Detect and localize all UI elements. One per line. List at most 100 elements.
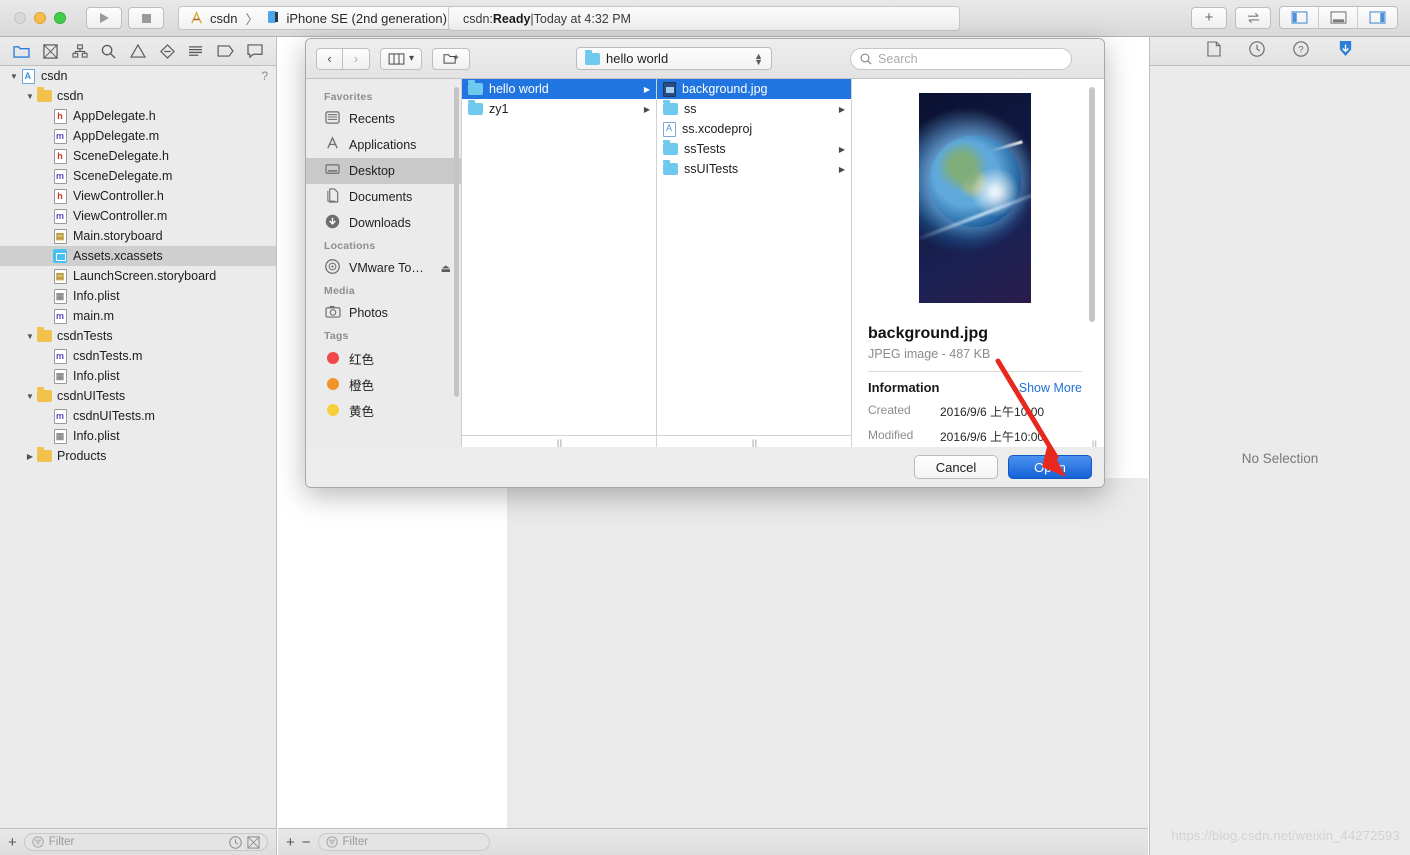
breakpoint-icon[interactable] xyxy=(217,45,234,57)
debug-toggle[interactable] xyxy=(1319,7,1358,28)
browser-column-1[interactable]: hello world ▶ zy1 ▶ | | xyxy=(462,79,657,449)
asset-add-button[interactable]: + xyxy=(286,834,295,851)
open-button[interactable]: Open xyxy=(1008,455,1092,479)
browser-item-sstests[interactable]: ssTests ▶ xyxy=(657,139,851,159)
path-popup-button[interactable]: hello world ▲ ▼ xyxy=(576,47,773,70)
preview-file-kind: JPEG image - 487 KB xyxy=(868,347,991,361)
new-folder-button[interactable] xyxy=(432,47,471,70)
sidebar-item-橙色[interactable]: 橙色 xyxy=(306,371,461,397)
disclosure-triangle[interactable]: ▼ xyxy=(24,92,36,101)
test-icon[interactable] xyxy=(159,43,175,59)
navigator-item-scenedelegate-h[interactable]: h SceneDelegate.h xyxy=(0,146,276,166)
editor-filter-input[interactable]: Filter xyxy=(317,833,490,851)
browser-item-zy1[interactable]: zy1 ▶ xyxy=(462,99,656,119)
navigator-item-info-plist[interactable]: ▦ Info.plist xyxy=(0,286,276,306)
sidebar-item-photos[interactable]: Photos xyxy=(306,300,461,326)
minimize-button[interactable] xyxy=(34,12,46,24)
disclosure-triangle[interactable]: ▼ xyxy=(24,392,36,401)
navigator-item-csdnuitests-m[interactable]: m csdnUITests.m xyxy=(0,406,276,426)
disclosure-triangle[interactable]: ▼ xyxy=(24,332,36,341)
navigator-item-info-plist[interactable]: ▦ Info.plist xyxy=(0,366,276,386)
sidebar-item-applications[interactable]: Applications xyxy=(306,132,461,158)
report-icon[interactable] xyxy=(247,44,263,58)
toggle-editor-button[interactable] xyxy=(1235,6,1271,29)
open-panel-toolbar: ‹ › ▾ hello world ▲ ▼ Search xyxy=(306,39,1104,79)
add-editor-button[interactable]: + xyxy=(1191,6,1227,29)
navigator-item-products[interactable]: ▶ Products xyxy=(0,446,276,466)
scheme-selector[interactable]: csdn 〉 iPhone SE (2nd generation) xyxy=(178,6,458,30)
asset-remove-button[interactable]: − xyxy=(302,834,311,851)
sidebar-item-documents[interactable]: Documents xyxy=(306,184,461,210)
source-control-filter-icon[interactable] xyxy=(247,835,260,849)
disclosure-triangle[interactable]: ▶ xyxy=(24,452,36,461)
navigator-item-csdnuitests[interactable]: ▼ csdnUITests xyxy=(0,386,276,406)
sidebar-scrollbar[interactable] xyxy=(454,87,459,397)
project-navigator[interactable]: ▼ csdn? ▼ csdn h AppDelegate.h m AppDelegate.m h… xyxy=(0,66,277,828)
warning-icon[interactable] xyxy=(129,44,146,58)
stop-button[interactable] xyxy=(128,7,164,29)
xcode-window: csdn 〉 iPhone SE (2nd generation) csdn: … xyxy=(0,0,1410,855)
cancel-button[interactable]: Cancel xyxy=(914,455,998,479)
inspector-toggle[interactable] xyxy=(1358,7,1397,28)
folder-icon[interactable] xyxy=(13,44,30,58)
navigator-item-viewcontroller-h[interactable]: h ViewController.h xyxy=(0,186,276,206)
browser-item-label: zy1 xyxy=(489,102,509,116)
view-mode-button[interactable]: ▾ xyxy=(380,47,423,70)
search-input[interactable]: Search xyxy=(850,47,1073,70)
library-icon[interactable] xyxy=(1337,40,1354,62)
add-file-button[interactable]: + xyxy=(8,834,17,851)
inspector-selector-bar: ? xyxy=(1149,37,1410,66)
titlebar-right-controls: + xyxy=(1191,6,1398,29)
symbol-icon[interactable] xyxy=(72,44,88,58)
chevron-right-icon: ▶ xyxy=(643,84,650,94)
sidebar-item-红色[interactable]: 红色 xyxy=(306,345,461,371)
browser-item-ss[interactable]: ss ▶ xyxy=(657,99,851,119)
run-button[interactable] xyxy=(86,7,122,29)
navigator-item-csdn[interactable]: ▼ csdn xyxy=(0,86,276,106)
eject-icon[interactable]: ⏏ xyxy=(441,262,451,275)
sidebar-item-recents[interactable]: Recents xyxy=(306,106,461,132)
navigator-toggle[interactable] xyxy=(1280,7,1319,28)
open-panel-sidebar[interactable]: Favorites Recents Applications Desktop Docum… xyxy=(306,79,462,449)
navigator-item-appdelegate-h[interactable]: h AppDelegate.h xyxy=(0,106,276,126)
show-more-link[interactable]: Show More xyxy=(1019,381,1082,395)
sidebar-item-vmware-to-[interactable]: VMware To… ⏏ xyxy=(306,255,461,281)
status-state: Ready xyxy=(492,11,531,26)
sidebar-item-黄色[interactable]: 黄色 xyxy=(306,397,461,423)
preview-scrollbar[interactable] xyxy=(1089,87,1095,322)
disclosure-triangle[interactable]: ▼ xyxy=(8,72,20,81)
search-icon xyxy=(860,53,872,65)
navigator-item-csdntests[interactable]: ▼ csdnTests xyxy=(0,326,276,346)
navigator-item-info-plist[interactable]: ▦ Info.plist xyxy=(0,426,276,446)
forward-button[interactable]: › xyxy=(343,47,370,70)
browser-item-ss-xcodeproj[interactable]: ss.xcodeproj xyxy=(657,119,851,139)
file-inspector-icon[interactable] xyxy=(1206,40,1221,62)
source-control-icon[interactable] xyxy=(43,43,58,59)
navigator-item-csdn[interactable]: ▼ csdn? xyxy=(0,66,276,86)
browser-column-2[interactable]: background.jpgss▶ss.xcodeprojssTests▶ssU… xyxy=(657,79,852,449)
history-inspector-icon[interactable] xyxy=(1248,40,1265,62)
sidebar-section-header: Locations xyxy=(324,240,376,252)
clock-icon[interactable] xyxy=(229,835,242,849)
navigator-item-main-storyboard[interactable]: ▤ Main.storyboard xyxy=(0,226,276,246)
navigator-item-assets-xcassets[interactable]: Assets.xcassets xyxy=(0,246,276,266)
sidebar-item-desktop[interactable]: Desktop xyxy=(306,158,461,184)
browser-item-hello-world[interactable]: hello world ▶ xyxy=(462,79,656,99)
navigator-item-launchscreen-storyboard[interactable]: ▤ LaunchScreen.storyboard xyxy=(0,266,276,286)
maximize-button[interactable] xyxy=(54,12,66,24)
back-button[interactable]: ‹ xyxy=(316,47,343,70)
debug-icon[interactable] xyxy=(188,45,203,58)
editor-canvas[interactable] xyxy=(507,478,1148,828)
browser-item-ssuitests[interactable]: ssUITests ▶ xyxy=(657,159,851,179)
navigator-item-scenedelegate-m[interactable]: m SceneDelegate.m xyxy=(0,166,276,186)
navigator-item-main-m[interactable]: m main.m xyxy=(0,306,276,326)
quick-help-icon[interactable]: ? xyxy=(1292,40,1309,62)
navigator-item-csdntests-m[interactable]: m csdnTests.m xyxy=(0,346,276,366)
close-button[interactable] xyxy=(14,12,26,24)
sidebar-item-downloads[interactable]: Downloads xyxy=(306,210,461,236)
browser-item-background-jpg[interactable]: background.jpg xyxy=(657,79,851,99)
search-icon[interactable] xyxy=(101,44,116,59)
navigator-filter-input[interactable]: Filter xyxy=(23,833,268,851)
navigator-item-viewcontroller-m[interactable]: m ViewController.m xyxy=(0,206,276,226)
navigator-item-appdelegate-m[interactable]: m AppDelegate.m xyxy=(0,126,276,146)
